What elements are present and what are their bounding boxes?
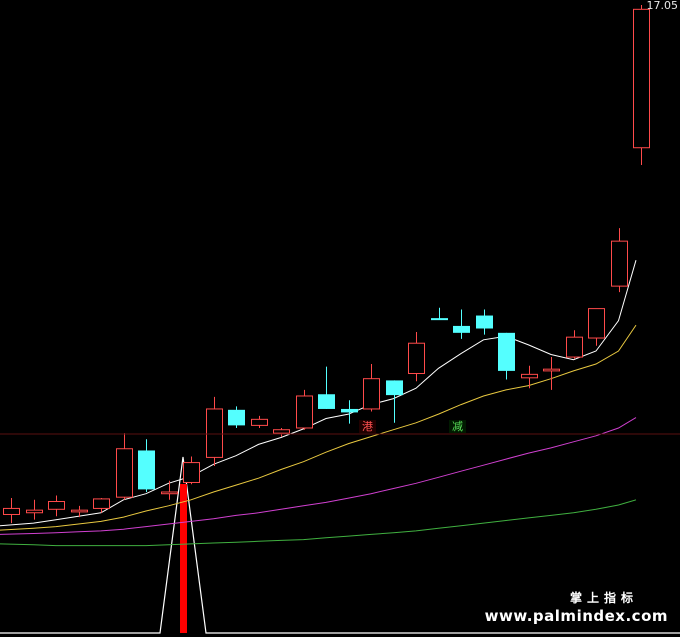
candle xyxy=(521,365,538,389)
candle-body xyxy=(206,408,223,458)
candle xyxy=(611,228,628,293)
candle xyxy=(498,332,515,380)
last-price-label: 17.05 xyxy=(646,0,679,12)
candle-body xyxy=(26,509,43,514)
candle xyxy=(476,309,493,335)
candle-body xyxy=(228,409,245,426)
candle-body xyxy=(318,394,335,409)
ma-line-ma5 xyxy=(0,260,637,527)
candle-body xyxy=(183,462,200,483)
candle xyxy=(48,495,65,517)
candle xyxy=(341,400,358,424)
candle-body xyxy=(251,418,268,426)
candle-body xyxy=(476,315,493,329)
candle-body xyxy=(116,448,133,498)
candle-body xyxy=(138,450,155,490)
candle xyxy=(543,357,560,390)
candle-body xyxy=(3,507,20,515)
candle-body xyxy=(386,380,403,396)
signal-badge-bullish: 港 xyxy=(359,420,376,433)
candle-body xyxy=(363,378,380,410)
candle xyxy=(93,498,110,513)
candle xyxy=(116,433,133,500)
chart-canvas xyxy=(0,5,680,634)
candlestick-layer xyxy=(3,5,650,524)
signal-badge-bearish: 减 xyxy=(449,420,466,433)
candle-body xyxy=(431,318,448,321)
candle-body xyxy=(408,342,425,374)
candle-body xyxy=(341,408,358,413)
candle-body xyxy=(543,368,560,372)
candle xyxy=(318,366,335,409)
candle xyxy=(228,406,245,428)
candle xyxy=(566,330,583,359)
chart-stage: 17.05 港 减 掌上指标 www.palmindex.com xyxy=(0,0,680,637)
candle xyxy=(26,499,43,520)
candle xyxy=(408,331,425,382)
candle xyxy=(3,498,20,524)
candle xyxy=(453,309,470,339)
candle xyxy=(161,480,178,500)
candle xyxy=(296,389,313,430)
candle-body xyxy=(71,509,88,513)
watermark-url: www.palmindex.com xyxy=(484,607,668,625)
candle xyxy=(251,415,268,428)
candle-body xyxy=(161,491,178,495)
candle-body xyxy=(588,308,605,339)
candle xyxy=(633,5,650,166)
candle-body xyxy=(273,429,290,434)
candle-body xyxy=(633,8,650,149)
candle-body xyxy=(48,501,65,510)
candle-body xyxy=(498,332,515,371)
candle-body xyxy=(521,373,538,379)
watermark-title: 掌上指标 xyxy=(569,591,638,605)
candle xyxy=(206,396,223,467)
indicator-signal-bar xyxy=(180,484,187,633)
watermark: 掌上指标 www.palmindex.com xyxy=(485,589,668,625)
candle xyxy=(386,380,403,423)
candle-body xyxy=(296,395,313,429)
candle-body xyxy=(93,498,110,509)
candle-body xyxy=(611,240,628,287)
candle xyxy=(431,307,448,321)
candle xyxy=(138,439,155,492)
candle xyxy=(588,308,605,346)
candle-body xyxy=(453,325,470,333)
candle-body xyxy=(566,336,583,358)
candle xyxy=(363,363,380,412)
candle xyxy=(183,456,200,485)
